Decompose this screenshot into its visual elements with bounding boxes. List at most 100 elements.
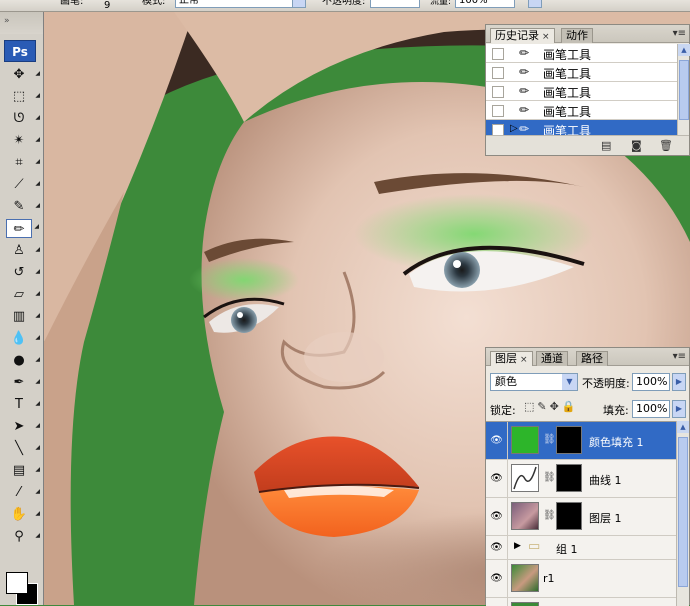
trash-icon[interactable]: 🗑 [659,139,673,152]
layer-row-group[interactable]: 👁 ▶ ▭ 组 1 [486,536,676,560]
history-source-checkbox[interactable] [492,48,504,60]
image-thumbnail [511,564,539,592]
panel-menu-icon[interactable]: ▾≡ [673,351,686,362]
scroll-thumb[interactable] [679,60,689,120]
tab-layers[interactable]: 图层 × [490,351,533,366]
layer-mask-thumbnail[interactable] [556,502,582,530]
slice-tool[interactable]: ⟋ ◢ [6,175,40,194]
mode-select[interactable]: 正常 [175,0,305,8]
marquee-tool[interactable]: ⬚ ◢ [6,87,40,106]
clone-stamp-tool[interactable]: ♙ ◢ [6,241,40,260]
scroll-up-icon[interactable]: ▲ [678,44,690,56]
close-icon[interactable]: × [520,355,528,365]
new-document-icon[interactable]: ▤ [601,139,611,152]
curves-thumbnail [511,464,539,492]
ps-logo: Ps [4,40,36,62]
toolbox-grip[interactable]: » [0,12,43,34]
chevron-down-icon[interactable]: ▼ [562,374,577,390]
healing-brush-tool[interactable]: ✎ ◢ [6,197,40,216]
layer-mask-thumbnail[interactable] [556,426,582,454]
layer-name: 曲线 1 [589,474,622,487]
layer-row-curves[interactable]: 👁 ⛓ 曲线 1 [486,460,676,498]
brush-tool[interactable]: ✏ ◢ [6,219,39,238]
eye-icon[interactable]: 👁 [486,422,508,459]
dodge-tool[interactable]: ● ◢ [6,351,40,370]
pen-tool[interactable]: ✒ ◢ [6,373,40,392]
fill-arrow-icon[interactable]: ▶ [672,400,686,418]
history-footer: ▤ ◙ 🗑 [486,135,689,155]
magic-wand-tool[interactable]: ✴ ◢ [6,131,40,150]
eye-icon[interactable]: 👁 [486,536,508,559]
path-selection-tool[interactable]: ➤ ◢ [6,417,40,436]
history-source-checkbox[interactable] [492,67,504,79]
path-selection-tool-icon: ➤ [13,419,25,434]
submenu-corner-icon: ◢ [35,180,40,187]
hand-tool[interactable]: ✋ ◢ [6,505,40,524]
line-tool[interactable]: ╲ ◢ [6,439,40,458]
magic-wand-tool-icon: ✴ [13,133,25,148]
close-icon[interactable]: × [542,32,550,42]
brush-icon: ✏ [519,103,530,117]
brush-size[interactable]: 9 [104,0,110,11]
airbrush-icon[interactable] [528,0,542,8]
eye-icon[interactable]: 👁 [486,460,508,497]
type-tool[interactable]: T ◢ [6,395,40,414]
toolbox: » Ps ✥ ◢ ⬚ ◢ ᘎ ◢ ✴ ◢ ⌗ ◢ ⟋ ◢ ✎ ◢ ✏ ◢ ♙ ◢ ↺ ◢ ▱ ◢ ▥ ◢ 💧 ◢ ● ◢ ✒ ◢ T ◢ ➤ ◢ ╲… [0,12,44,605]
layers-list: 👁 ⛓ 颜色填充 1 👁 ⛓ 曲线 1 👁 ⛓ 图层 1 👁 ▶ ▭ 组 1 👁… [486,421,676,606]
history-item[interactable]: ✏ 画笔工具 [486,44,678,63]
history-source-checkbox[interactable] [492,105,504,117]
crop-tool[interactable]: ⌗ ◢ [6,153,40,172]
submenu-corner-icon: ◢ [35,488,40,495]
mode-dropdown-arrow[interactable] [292,0,306,8]
history-scrollbar[interactable]: ▲ [677,44,690,136]
gradient-tool[interactable]: ▥ ◢ [6,307,40,326]
submenu-corner-icon: ◢ [35,70,40,77]
foreground-color-swatch[interactable] [6,572,28,594]
blur-tool[interactable]: 💧 ◢ [6,329,40,348]
lasso-tool-icon: ᘎ [13,111,25,126]
scroll-thumb[interactable] [678,437,688,587]
scroll-up-icon[interactable]: ▲ [677,421,689,433]
eyedropper-tool[interactable]: ⁄ ◢ [6,483,40,502]
snapshot-icon[interactable]: ◙ [631,139,642,152]
fill-field[interactable]: 100% [632,400,670,418]
layer-opacity-field[interactable]: 100% [632,373,670,391]
blend-mode-select[interactable]: 颜色 ▼ [490,373,578,391]
layer-mask-thumbnail[interactable] [556,464,582,492]
expand-triangle-icon[interactable]: ▶ [514,541,521,551]
tab-paths[interactable]: 路径 [576,351,608,366]
clone-stamp-tool-icon: ♙ [13,243,25,258]
move-tool-icon: ✥ [13,67,25,82]
tab-history[interactable]: 历史记录 × [490,28,555,43]
lock-icons[interactable]: ⬚✎✥🔒 [524,400,579,413]
move-tool[interactable]: ✥ ◢ [6,65,40,84]
history-item[interactable]: ✏ 画笔工具 [486,63,678,82]
history-item[interactable]: ✏ 画笔工具 [486,82,678,101]
line-tool-icon: ╲ [15,441,23,456]
submenu-corner-icon: ◢ [35,356,40,363]
type-tool-icon: T [15,397,23,412]
notes-tool[interactable]: ▤ ◢ [6,461,40,480]
eraser-tool[interactable]: ▱ ◢ [6,285,40,304]
history-source-checkbox[interactable] [492,86,504,98]
layer-row-color-fill[interactable]: 👁 ⛓ 颜色填充 1 [486,422,676,460]
layer-name: r1 [543,572,555,585]
lasso-tool[interactable]: ᘎ ◢ [6,109,40,128]
panel-menu-icon[interactable]: ▾≡ [673,28,686,39]
history-state-slider-icon[interactable]: ▷ [510,123,518,134]
tab-actions[interactable]: 动作 [561,28,593,43]
eye-icon[interactable]: 👁 [486,560,508,597]
flow-field[interactable]: 100% [455,0,515,8]
opacity-field[interactable] [370,0,420,8]
history-brush-tool[interactable]: ↺ ◢ [6,263,40,282]
eye-icon[interactable]: 👁 [486,498,508,535]
brush-icon: ✏ [519,84,530,98]
layer-row-r1[interactable]: 👁 r1 [486,560,676,598]
layer-row-image[interactable]: 👁 ⛓ 图层 1 [486,498,676,536]
zoom-tool[interactable]: ⚲ ◢ [6,527,40,546]
layers-scrollbar[interactable]: ▲ [676,421,689,606]
tab-channels[interactable]: 通道 [536,351,568,366]
opacity-arrow-icon[interactable]: ▶ [672,373,686,391]
layer-name: 颜色填充 1 [589,436,644,449]
history-item[interactable]: ✏ 画笔工具 [486,101,678,120]
